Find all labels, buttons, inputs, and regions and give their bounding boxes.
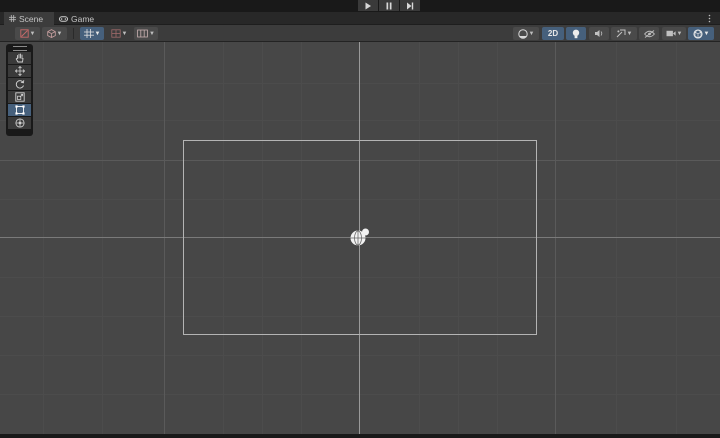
chevron-down-icon: ▼ xyxy=(703,30,710,37)
hidden-objects-icon xyxy=(643,29,655,38)
scene-viewport[interactable] xyxy=(0,42,720,434)
tab-scene-label: Scene xyxy=(19,13,44,24)
pause-button[interactable] xyxy=(379,0,399,11)
mode-2d-label: 2D xyxy=(547,29,559,38)
chevron-down-icon: ▼ xyxy=(149,30,155,37)
play-icon xyxy=(365,2,371,9)
camera-gizmo-icon[interactable] xyxy=(348,227,372,249)
tab-game-label: Game xyxy=(71,13,95,24)
draw-mode-dropdown[interactable]: ▼ xyxy=(15,27,40,40)
move-tool-icon xyxy=(14,66,25,76)
move-tool-button[interactable] xyxy=(8,65,31,77)
play-bar xyxy=(0,0,720,12)
increment-snap-toggle[interactable]: ▼ xyxy=(107,27,131,40)
chevron-down-icon: ▼ xyxy=(676,30,683,37)
chevron-down-icon: ▼ xyxy=(94,30,101,37)
chevron-down-icon: ▼ xyxy=(626,30,633,37)
play-controls xyxy=(358,0,420,11)
rotate-tool-button[interactable] xyxy=(8,78,31,90)
tab-scene[interactable]: Scene xyxy=(4,12,54,25)
draw-mode-icon xyxy=(19,29,29,38)
orientation-dropdown[interactable]: ▼ xyxy=(513,27,539,40)
effects-dropdown[interactable]: ▼ xyxy=(611,27,637,40)
effects-icon xyxy=(616,29,626,38)
audio-toggle[interactable] xyxy=(589,27,609,40)
lighting-icon xyxy=(572,29,580,38)
rect-tool-button[interactable] xyxy=(8,104,31,116)
chevron-down-icon: ▼ xyxy=(121,30,128,37)
step-icon xyxy=(407,2,414,9)
mode-2d-toggle[interactable]: 2D xyxy=(542,27,564,40)
toolbar-divider xyxy=(73,28,74,39)
render-mode-dropdown[interactable]: ▼ xyxy=(42,27,67,40)
tab-bar: Scene Game xyxy=(0,12,720,25)
kebab-menu-icon xyxy=(708,14,710,23)
scale-tool-icon xyxy=(14,92,25,102)
step-button[interactable] xyxy=(400,0,420,11)
panel-drag-handle[interactable] xyxy=(12,46,27,51)
increment-snap-icon xyxy=(110,29,121,38)
hand-tool-button[interactable] xyxy=(8,52,31,64)
audio-icon xyxy=(595,30,603,37)
camera-settings-dropdown[interactable]: ▼ xyxy=(662,27,686,40)
transform-tool-icon xyxy=(14,118,25,128)
hidden-objects-toggle[interactable] xyxy=(639,27,659,40)
chevron-down-icon: ▼ xyxy=(528,30,535,37)
bottom-status-strip xyxy=(0,434,720,438)
grid-snap-toggle[interactable]: ▼ xyxy=(80,27,104,40)
view-options-dropdown[interactable]: ▼ xyxy=(134,27,158,40)
chevron-down-icon: ▼ xyxy=(29,30,36,37)
lighting-toggle[interactable] xyxy=(566,27,586,40)
orientation-sphere-icon xyxy=(517,28,528,39)
scene-toolbar: ▼ ▼ ▼ ▼ ▼ ▼ 2D ▼ ▼ ▼ xyxy=(0,25,720,42)
transform-tool-button[interactable] xyxy=(8,117,31,129)
chevron-down-icon: ▼ xyxy=(56,30,63,37)
tools-overlay xyxy=(6,44,33,136)
camera-icon xyxy=(666,30,676,37)
pause-icon xyxy=(386,2,392,9)
gamepad-icon xyxy=(59,15,68,22)
scale-tool-button[interactable] xyxy=(8,91,31,103)
grid-icon xyxy=(9,15,16,22)
tab-game[interactable]: Game xyxy=(54,12,100,25)
grid-snap-icon xyxy=(83,29,94,38)
rect-tool-icon xyxy=(14,105,25,115)
hand-tool-icon xyxy=(15,53,23,63)
gizmos-icon xyxy=(692,28,703,39)
more-options-button[interactable] xyxy=(706,13,712,24)
gizmos-dropdown[interactable]: ▼ xyxy=(688,27,714,40)
play-button[interactable] xyxy=(358,0,378,11)
rotate-tool-icon xyxy=(15,80,24,89)
render-mode-cube-icon xyxy=(46,29,56,38)
view-options-icon xyxy=(137,29,148,38)
